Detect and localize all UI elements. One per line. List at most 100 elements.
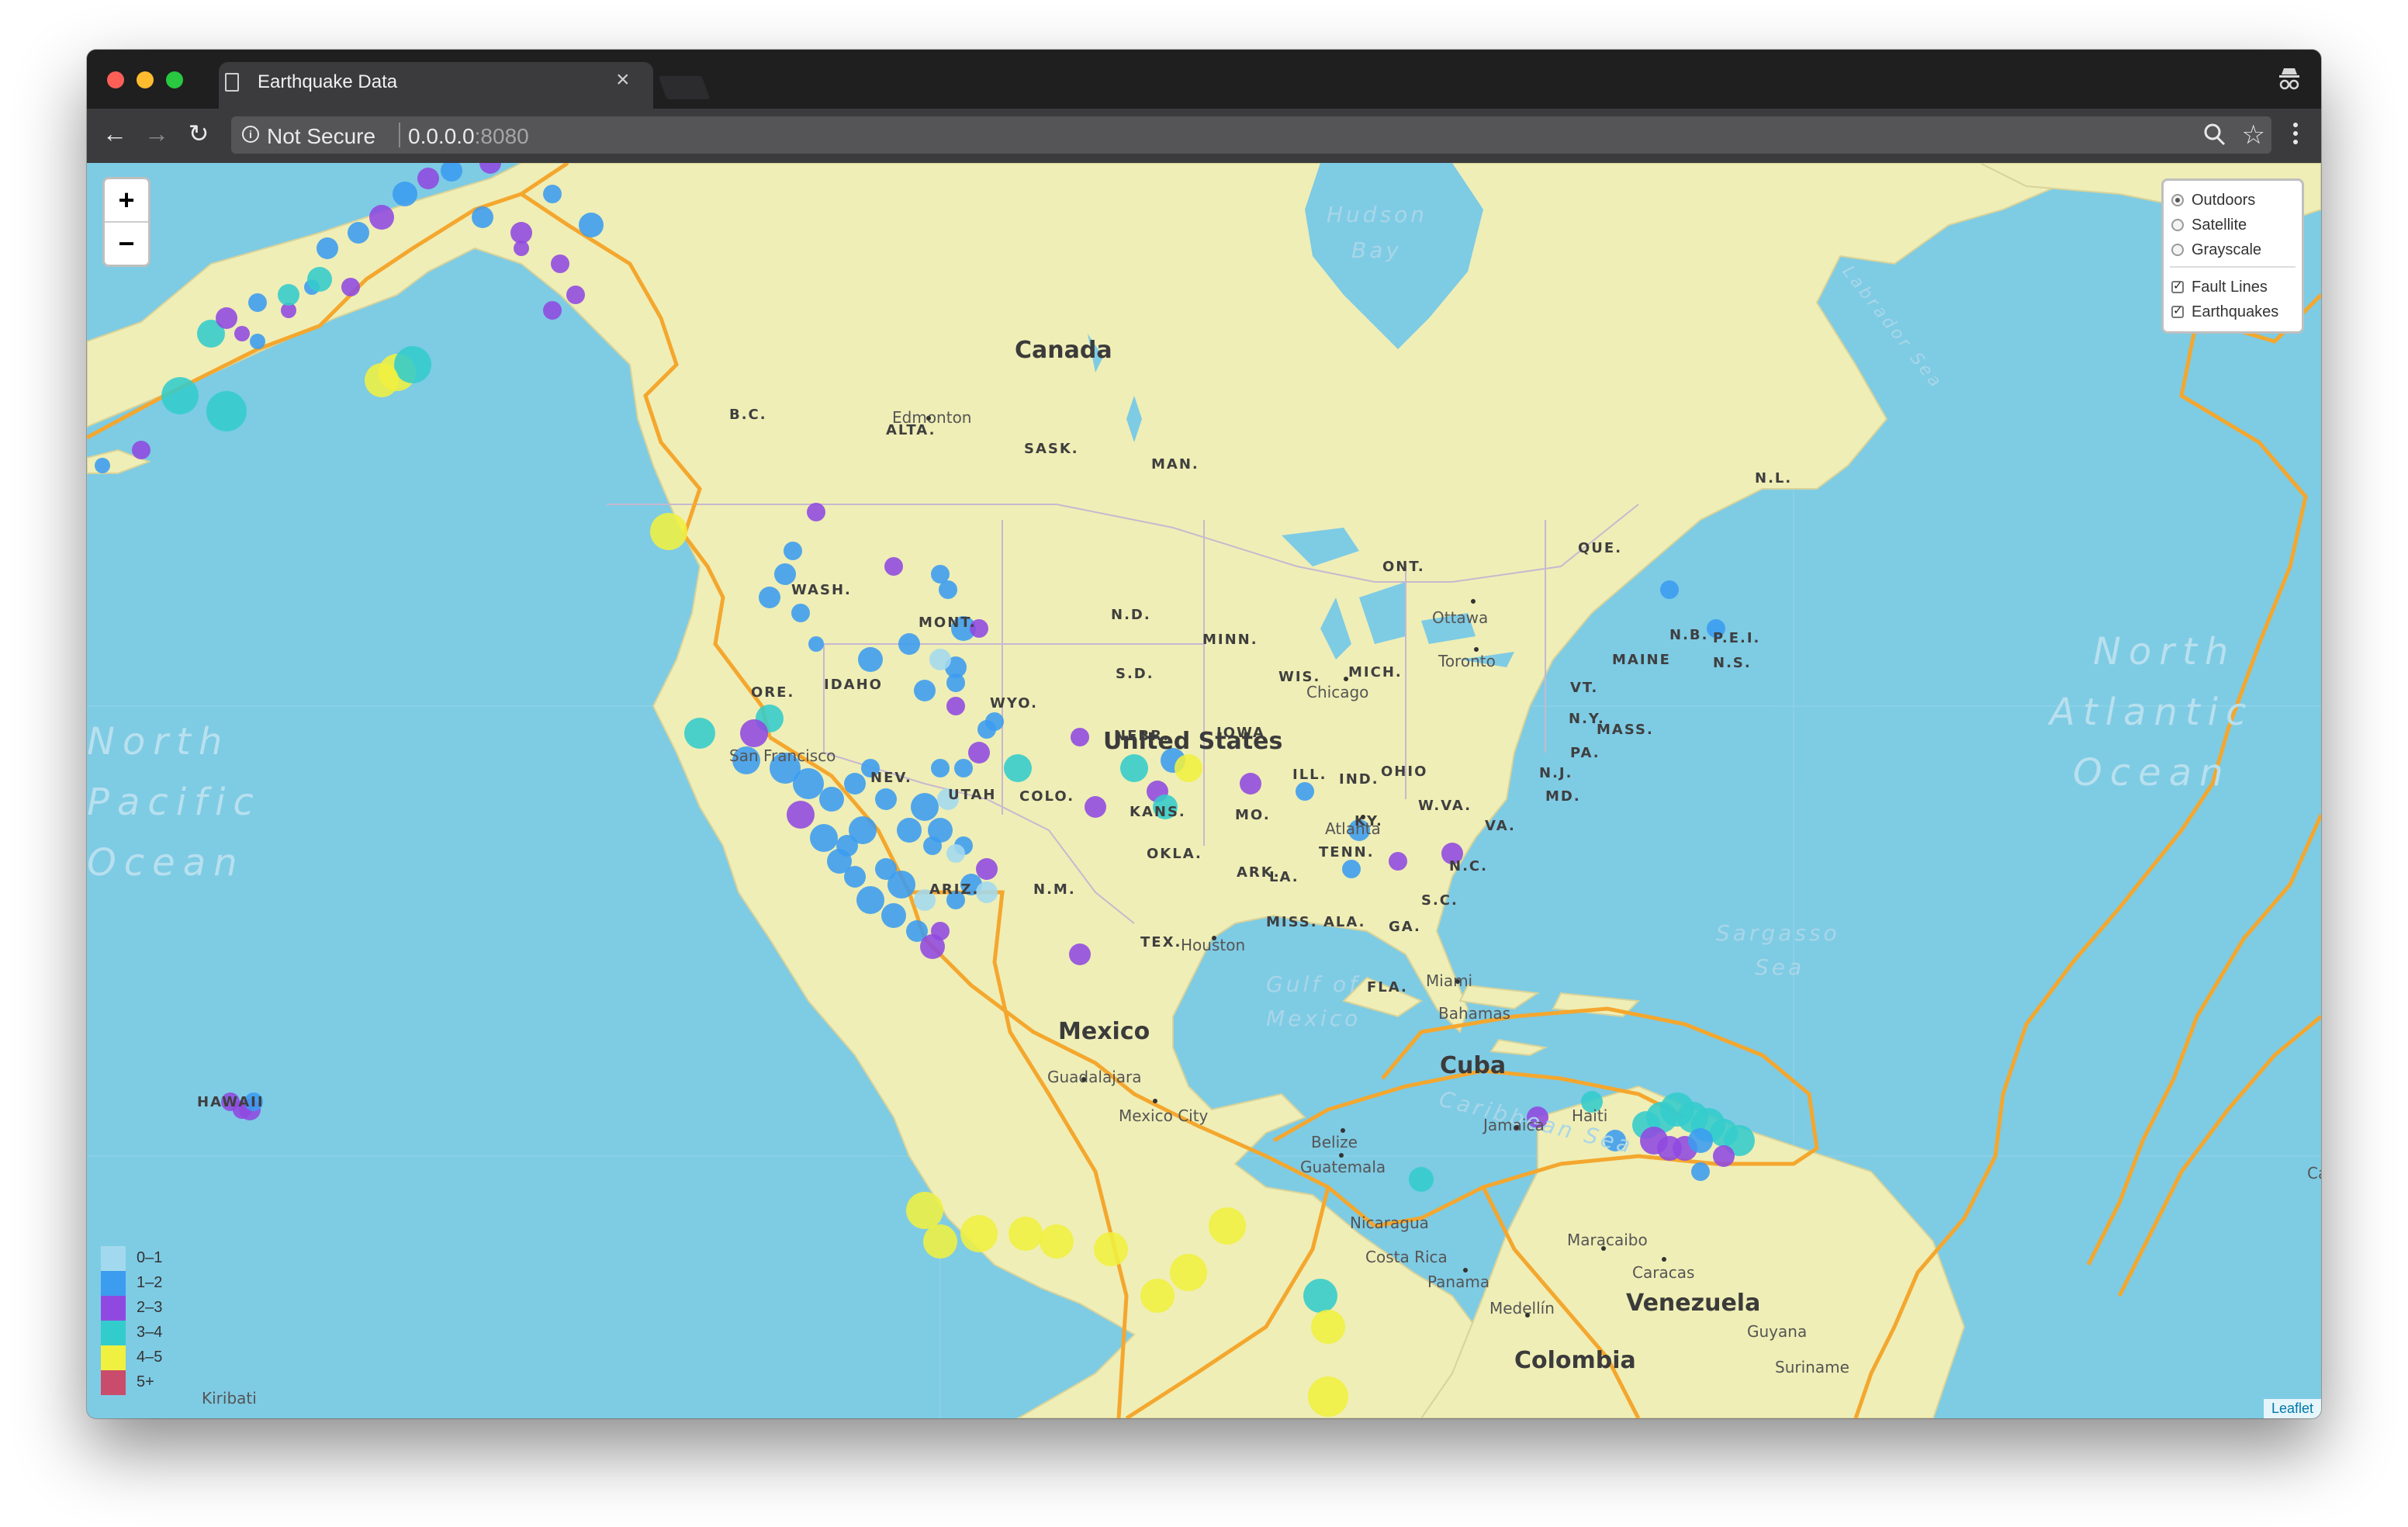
earthquake-marker[interactable] [393,182,417,206]
earthquake-marker[interactable] [856,886,884,914]
earthquake-marker[interactable] [740,719,768,747]
earthquake-marker[interactable] [1296,782,1314,801]
security-indicator[interactable]: Not Secure [267,124,375,149]
earthquake-marker[interactable] [810,824,838,852]
info-icon[interactable]: i [242,126,259,143]
earthquake-marker[interactable] [884,557,903,576]
overlay-option-earthquakes[interactable]: Earthquakes [2170,300,2296,325]
zoom-out-button[interactable]: − [105,223,148,265]
earthquake-marker[interactable] [543,185,562,203]
earthquake-marker[interactable] [369,205,394,230]
earthquake-marker[interactable] [1170,1254,1207,1291]
earthquake-marker[interactable] [472,206,493,228]
tab-close-icon[interactable]: × [616,68,630,92]
radio-satellite[interactable] [2171,219,2184,231]
earthquake-marker[interactable] [278,284,299,306]
map-container[interactable]: North Pacific Ocean North Atlantic Ocean… [87,163,2321,1418]
overlay-option-fault-lines[interactable]: Fault Lines [2170,275,2296,300]
forward-arrow-icon[interactable]: → [143,119,171,147]
earthquake-marker[interactable] [887,871,915,899]
earthquake-marker[interactable] [819,787,844,812]
earthquake-marker[interactable] [1071,728,1089,746]
earthquake-marker[interactable] [1342,860,1361,878]
earthquake-marker[interactable] [307,267,332,292]
earthquake-marker[interactable] [1308,1376,1348,1417]
layer-option-outdoors[interactable]: Outdoors [2170,189,2296,213]
earthquake-marker[interactable] [844,866,866,888]
earthquake-marker[interactable] [250,334,265,349]
earthquake-marker[interactable] [1240,773,1261,795]
earthquake-marker[interactable] [849,816,877,844]
layer-option-satellite[interactable]: Satellite [2170,213,2296,238]
new-tab-button[interactable] [658,76,711,99]
earthquake-marker[interactable] [510,222,532,244]
earthquake-marker[interactable] [939,580,957,599]
earthquake-marker[interactable] [216,307,237,329]
earthquake-marker[interactable] [906,1192,943,1229]
earthquake-marker[interactable] [1120,754,1148,782]
earthquake-marker[interactable] [791,604,810,622]
earthquake-marker[interactable] [1660,580,1679,599]
earthquake-marker[interactable] [1389,852,1407,871]
earthquake-marker[interactable] [897,818,922,843]
bookmark-star-icon[interactable]: ☆ [2242,119,2265,151]
earthquake-marker[interactable] [650,513,687,550]
earthquake-marker[interactable] [248,293,267,312]
earthquake-marker[interactable] [1140,1279,1175,1313]
earthquake-marker[interactable] [1004,754,1032,782]
earthquake-marker[interactable] [543,301,562,320]
earthquake-marker[interactable] [95,458,110,473]
earthquake-marker[interactable] [1040,1224,1074,1259]
radio-grayscale[interactable] [2171,244,2184,256]
earthquake-marker[interactable] [931,759,950,777]
checkbox-fault-lines[interactable] [2171,279,2184,293]
magnifier-icon[interactable] [2203,123,2226,147]
earthquake-marker[interactable] [1713,1145,1735,1167]
earthquake-marker[interactable] [1409,1167,1434,1192]
earthquake-marker[interactable] [566,286,585,304]
earthquake-marker[interactable] [807,503,825,521]
checkbox-earthquakes[interactable] [2171,303,2184,318]
earthquake-marker[interactable] [417,168,439,189]
earthquake-marker[interactable] [132,441,150,459]
earthquake-marker[interactable] [976,858,998,880]
window-close-button[interactable] [107,71,124,88]
earthquake-marker[interactable] [317,237,338,259]
earthquake-marker[interactable] [1175,754,1202,782]
earthquake-marker[interactable] [898,633,920,655]
url-text[interactable]: 0.0.0.0:8080 [408,124,529,149]
earthquake-marker[interactable] [793,768,824,799]
zoom-in-button[interactable]: + [105,179,148,223]
leaflet-attribution-link[interactable]: Leaflet [2263,1399,2321,1418]
earthquake-marker[interactable] [684,718,715,749]
window-maximize-button[interactable] [166,71,183,88]
earthquake-marker[interactable] [1303,1279,1337,1313]
earthquake-marker[interactable] [759,587,780,608]
earthquake-marker[interactable] [808,636,824,652]
earthquake-marker[interactable] [206,391,247,431]
earthquake-marker[interactable] [1094,1232,1128,1266]
earthquake-marker[interactable] [931,922,950,940]
earthquake-marker[interactable] [787,801,815,829]
earthquake-marker[interactable] [1311,1310,1345,1344]
earthquake-marker[interactable] [1691,1162,1710,1181]
address-bar[interactable]: i Not Secure 0.0.0.0:8080 ☆ [231,116,2271,154]
back-arrow-icon[interactable]: ← [101,119,129,147]
earthquake-marker[interactable] [946,697,965,715]
earthquake-marker[interactable] [914,680,936,701]
earthquake-marker[interactable] [365,363,399,397]
earthquake-marker[interactable] [858,647,883,672]
earthquake-marker[interactable] [946,673,965,692]
earthquake-marker[interactable] [911,793,939,821]
earthquake-marker[interactable] [985,712,1004,731]
earthquake-marker[interactable] [161,377,199,414]
earthquake-marker[interactable] [348,222,369,244]
earthquake-marker[interactable] [394,346,431,383]
earthquake-marker[interactable] [960,1215,998,1252]
earthquake-marker[interactable] [1688,1128,1713,1153]
earthquake-marker[interactable] [968,742,990,764]
earthquake-marker[interactable] [1085,796,1106,818]
basemap[interactable] [87,163,2321,1418]
earthquake-marker[interactable] [946,844,965,863]
earthquake-marker[interactable] [341,278,360,296]
